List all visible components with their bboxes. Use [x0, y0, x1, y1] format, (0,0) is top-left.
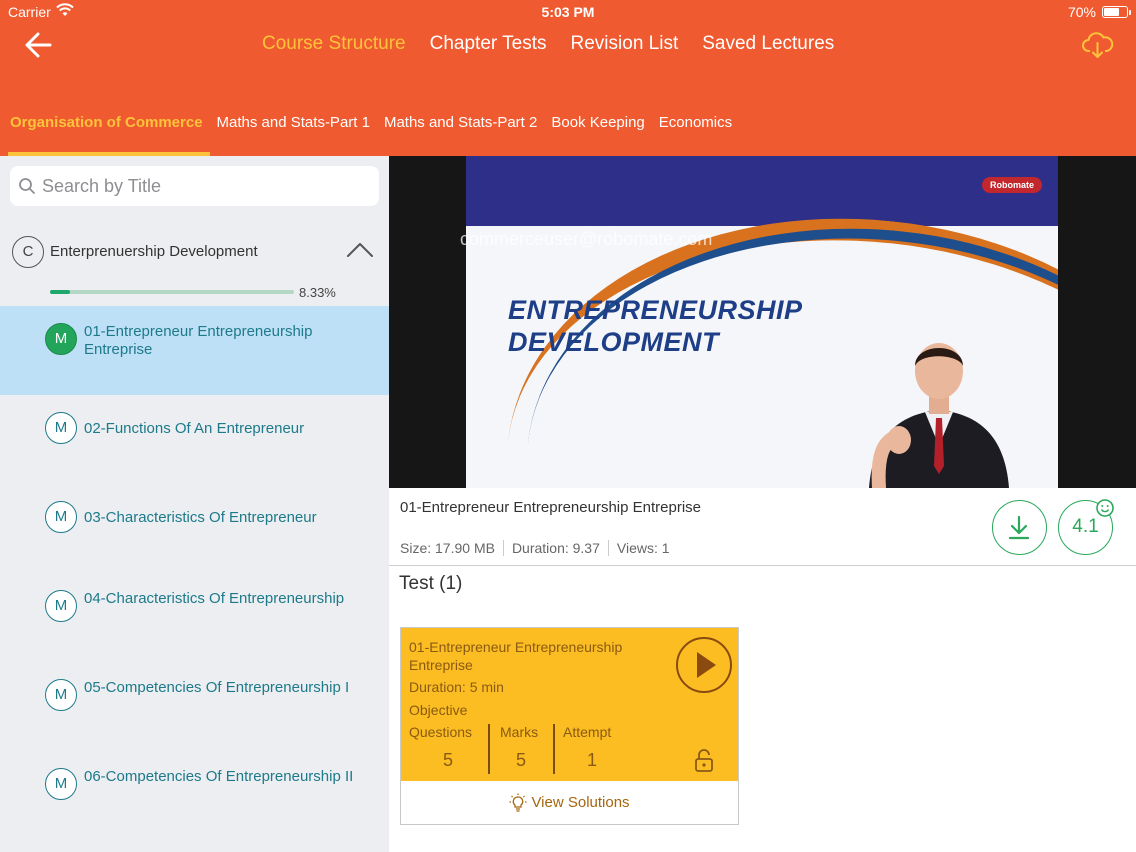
battery-icon — [1102, 6, 1131, 18]
test-card-body: 01-Entrepreneur Entrepreneurship Entrepr… — [401, 628, 738, 781]
test-heading: Test (1) — [399, 573, 463, 594]
lecture-type-badge: M — [45, 768, 77, 800]
lecture-title: 03-Characteristics Of Entrepreneur — [84, 509, 317, 526]
attempt-stat: Attempt 1 — [563, 724, 621, 774]
lecture-item[interactable]: M 04-Characteristics Of Entrepreneurship — [0, 573, 389, 662]
lecture-type-badge: M — [45, 323, 77, 355]
view-solutions-label: View Solutions — [531, 794, 630, 811]
sidebar: C Enterprenuership Development 8.33% M01… — [0, 156, 389, 852]
lecture-title: 06-Competencies Of Entrepreneurship II — [84, 768, 354, 785]
top-nav-course-structure[interactable]: Course Structure — [262, 33, 406, 55]
lecture-item[interactable]: M 06-Competencies Of Entrepreneurship II — [0, 751, 389, 840]
video-player[interactable]: Robomate ENTREPRENEURSHIP DEVELOPMENT co… — [389, 156, 1136, 488]
test-duration: Duration: 5 min — [409, 679, 504, 695]
slide-top-band — [466, 156, 1058, 226]
stat-divider — [553, 724, 555, 774]
slide-title-line-2: DEVELOPMENT — [508, 327, 720, 357]
subject-tab-organisation-of-commerce[interactable]: Organisation of Commerce — [0, 108, 210, 156]
app-header: Carrier 5:03 PM 70% Course Structure Chap… — [0, 0, 1136, 156]
rating-button[interactable]: 4.1 — [1058, 499, 1114, 555]
lecture-type-badge: M — [45, 412, 77, 444]
status-bar: Carrier 5:03 PM 70% — [0, 0, 1136, 24]
lecture-list: M 01-Entrepreneur Entrepreneurship Entrep… — [0, 306, 389, 840]
lecture-item[interactable]: M 03-Characteristics Of Entrepreneur — [0, 484, 389, 573]
battery-percent: 70% — [1067, 4, 1096, 20]
subject-tab-book-keeping[interactable]: Book Keeping — [544, 108, 651, 156]
lecture-type-badge: M — [45, 501, 77, 533]
lecture-title: 05-Competencies Of Entrepreneurship I — [84, 679, 350, 696]
lecture-item[interactable]: M 01-Entrepreneur Entrepreneurship Entrep… — [0, 306, 389, 395]
lecture-title: 02-Functions Of An Entrepreneur — [84, 420, 305, 437]
lightbulb-icon — [509, 793, 527, 812]
play-test-button[interactable] — [676, 637, 732, 693]
subject-tab-maths-and-stats-part-1[interactable]: Maths and Stats-Part 1 — [210, 108, 377, 156]
slide-title: ENTREPRENEURSHIP DEVELOPMENT — [508, 294, 803, 358]
lecture-item[interactable]: M 02-Functions Of An Entrepreneur — [0, 395, 389, 484]
top-nav-saved-lectures[interactable]: Saved Lectures — [702, 33, 834, 55]
lecture-info-panel: 01-Entrepreneur Entrepreneurship Entrepr… — [389, 488, 1136, 566]
chapter-progress-fill — [50, 290, 71, 294]
search-icon — [19, 178, 35, 194]
robomate-logo: Robomate — [981, 177, 1042, 193]
marks-label: Marks — [500, 724, 539, 740]
video-watermark: commerceuser@robomate.com — [460, 229, 713, 249]
play-icon — [697, 652, 716, 678]
unlock-icon — [695, 749, 713, 772]
chapter-progress-text: 8.33% — [299, 285, 336, 300]
test-type: Objective — [409, 702, 468, 718]
lecture-title: 04-Characteristics Of Entrepreneurship — [84, 590, 345, 607]
download-button[interactable] — [992, 500, 1047, 555]
questions-label: Questions — [409, 724, 473, 740]
lecture-item[interactable]: M 05-Competencies Of Entrepreneurship I — [0, 662, 389, 751]
chevron-up-icon[interactable] — [346, 242, 374, 258]
attempt-label: Attempt — [563, 724, 612, 740]
lecture-size: Size: 17.90 MB — [400, 540, 504, 556]
top-nav-revision-list[interactable]: Revision List — [571, 33, 679, 55]
presenter-figure — [869, 343, 1009, 488]
chapter-badge: C — [12, 236, 44, 268]
stat-divider — [488, 724, 490, 774]
subject-tab-economics[interactable]: Economics — [652, 108, 739, 156]
subject-tab-maths-and-stats-part-2[interactable]: Maths and Stats-Part 2 — [377, 108, 544, 156]
attempt-value: 1 — [586, 750, 597, 770]
back-arrow-icon[interactable] — [22, 28, 56, 62]
test-card[interactable]: 01-Entrepreneur Entrepreneurship Entrepr… — [400, 627, 739, 825]
chapter-progress-bar — [50, 290, 294, 294]
lecture-type-badge: M — [45, 679, 77, 711]
questions-value: 5 — [442, 750, 453, 770]
chapter-header[interactable]: C Enterprenuership Development — [0, 232, 389, 276]
search-input[interactable] — [42, 166, 372, 206]
top-nav-chapter-tests[interactable]: Chapter Tests — [430, 33, 547, 55]
questions-stat: Questions 5 — [409, 724, 487, 774]
marks-stat: Marks 5 — [500, 724, 542, 774]
lecture-title: 01-Entrepreneur Entrepreneurship Entrepr… — [84, 323, 313, 358]
subject-tabs: Organisation of Commerce Maths and Stats-… — [0, 108, 739, 156]
lecture-duration: Duration: 9.37 — [512, 540, 609, 556]
view-solutions-button[interactable]: View Solutions — [401, 781, 738, 824]
cloud-download-icon[interactable] — [1082, 30, 1114, 60]
lecture-views: Views: 1 — [616, 540, 670, 556]
smiley-icon — [1096, 499, 1114, 517]
lecture-type-badge: M — [45, 590, 77, 622]
slide-title-line-1: ENTREPRENEURSHIP — [508, 295, 803, 325]
marks-value: 5 — [515, 750, 526, 770]
test-card-title: 01-Entrepreneur Entrepreneurship Entrepr… — [409, 639, 623, 673]
status-time: 5:03 PM — [541, 4, 595, 20]
lecture-meta: Size: 17.90 MB Duration: 9.37 Views: 1 — [400, 540, 686, 556]
download-icon — [1008, 515, 1030, 540]
search-box — [10, 166, 379, 206]
rating-value: 4.1 — [1072, 516, 1099, 537]
top-nav: Course Structure Chapter Tests Revision Li… — [262, 33, 858, 55]
chapter-title: Enterprenuership Development — [50, 243, 258, 260]
lecture-info-title: 01-Entrepreneur Entrepreneurship Entrepr… — [400, 499, 702, 516]
